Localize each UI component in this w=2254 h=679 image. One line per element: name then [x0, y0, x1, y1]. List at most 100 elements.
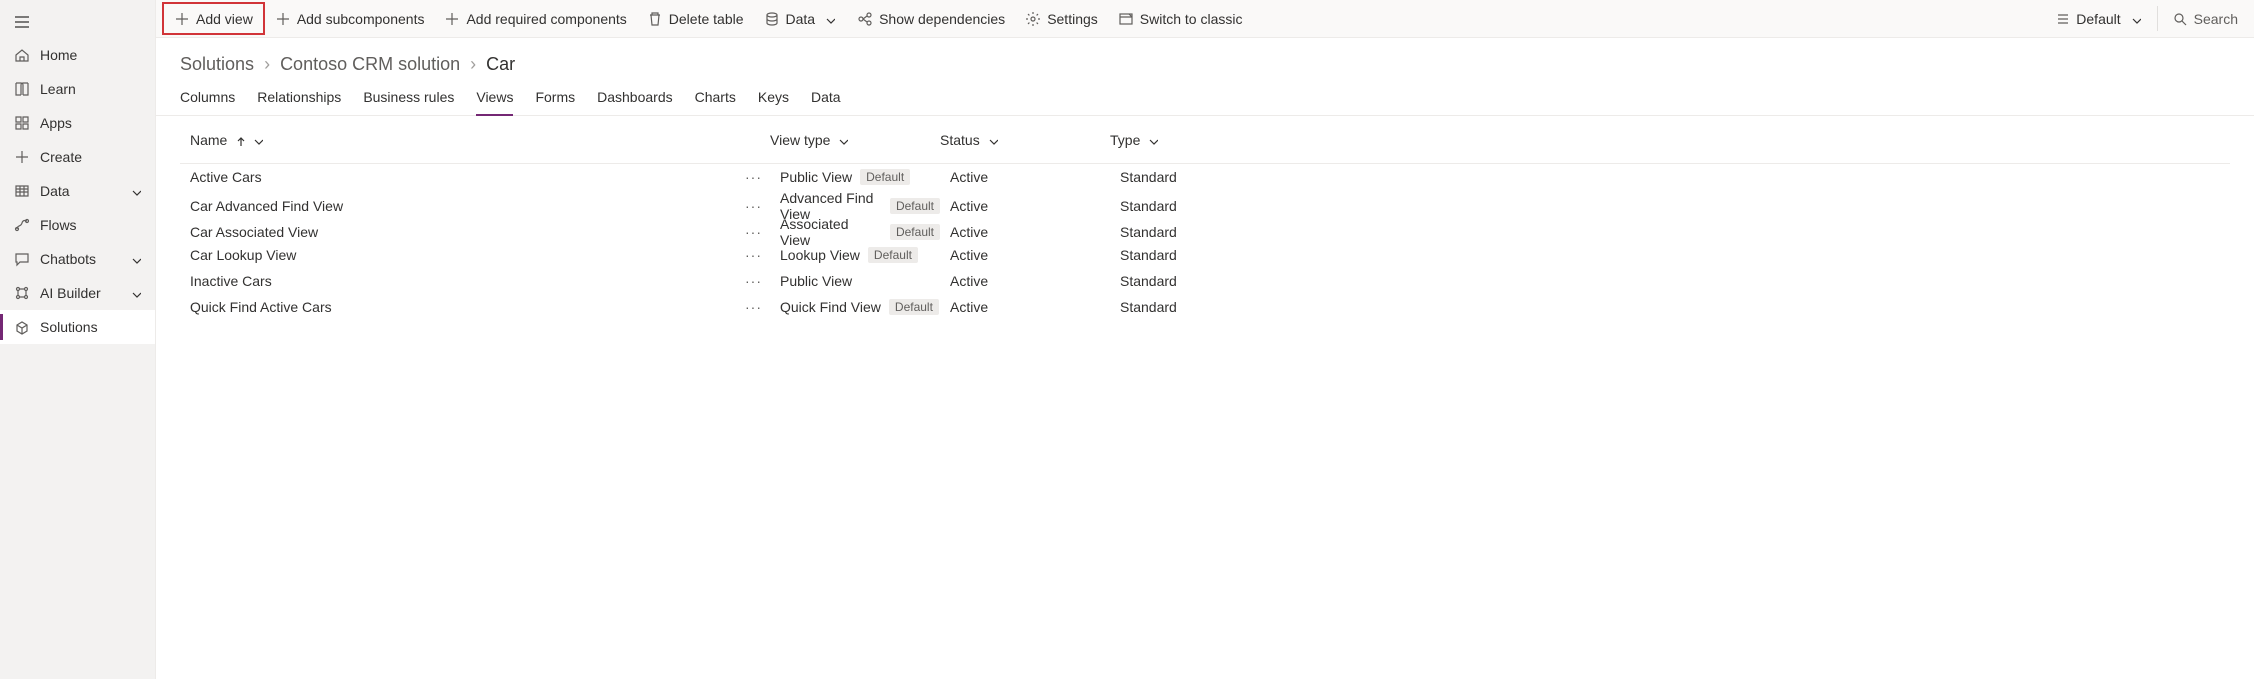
- sidebar-item-label: Flows: [40, 217, 141, 233]
- sidebar-item-label: Create: [40, 149, 141, 165]
- chevron-down-icon: [251, 134, 263, 146]
- row-more-button[interactable]: ···: [737, 169, 770, 185]
- cmd-settings[interactable]: Settings: [1015, 0, 1108, 37]
- sidebar-item-label: Home: [40, 47, 141, 63]
- cell-name: Quick Find Active Cars: [190, 299, 620, 315]
- breadcrumb-item[interactable]: Solutions: [180, 54, 254, 75]
- chevron-down-icon: [129, 287, 141, 299]
- gear-icon: [1025, 11, 1041, 27]
- hamburger-button[interactable]: [0, 6, 155, 38]
- view-selector[interactable]: Default: [2044, 0, 2152, 37]
- chevron-down-icon: [836, 134, 848, 146]
- cell-viewtype: Quick Find View: [780, 299, 881, 315]
- breadcrumb-item: Car: [486, 54, 515, 75]
- cell-type: Standard: [1120, 247, 1177, 263]
- table-row[interactable]: Active Cars···Public ViewDefaultActiveSt…: [180, 164, 2230, 190]
- cell-status: Active: [950, 224, 988, 240]
- sidebar-item-create[interactable]: Create: [0, 140, 155, 174]
- cmd-label: Delete table: [669, 11, 744, 27]
- tab-forms[interactable]: Forms: [535, 89, 575, 115]
- search-box[interactable]: Search: [2162, 0, 2248, 37]
- table-row[interactable]: Car Advanced Find View···Advanced Find V…: [180, 190, 2230, 216]
- tab-dashboards[interactable]: Dashboards: [597, 89, 673, 115]
- sidebar-item-label: Apps: [40, 115, 141, 131]
- command-bar: Add view Add subcomponents Add required co…: [156, 0, 2254, 38]
- col-header-viewtype[interactable]: View type: [770, 132, 940, 148]
- chevron-down-icon: [129, 253, 141, 265]
- main: Add view Add subcomponents Add required co…: [156, 0, 2254, 679]
- cmd-data[interactable]: Data: [754, 0, 848, 37]
- cmd-add-view[interactable]: Add view: [162, 2, 265, 35]
- table-row[interactable]: Inactive Cars···Public ViewActiveStandar…: [180, 268, 2230, 294]
- plus-icon: [275, 11, 291, 27]
- col-header-status[interactable]: Status: [940, 132, 1110, 148]
- cell-viewtype: Public View: [780, 169, 852, 185]
- list-icon: [2054, 11, 2070, 27]
- breadcrumb-separator: ›: [264, 54, 270, 75]
- table-row[interactable]: Quick Find Active Cars ··· Quick Find View…: [180, 294, 2230, 320]
- cmd-add-subcomponents[interactable]: Add subcomponents: [265, 0, 435, 37]
- chevron-down-icon: [1146, 134, 1158, 146]
- data-icon: [764, 11, 780, 27]
- solution-icon: [14, 319, 30, 335]
- table-row[interactable]: Car Lookup View···Lookup ViewDefaultActi…: [180, 242, 2230, 268]
- default-badge: Default: [890, 198, 940, 214]
- sidebar-item-chatbots[interactable]: Chatbots: [0, 242, 155, 276]
- breadcrumb: Solutions › Contoso CRM solution › Car: [156, 38, 2254, 75]
- cell-status: Active: [950, 198, 988, 214]
- cmd-switch-to-classic[interactable]: Switch to classic: [1108, 0, 1253, 37]
- table-row[interactable]: Car Associated View···Associated ViewDef…: [180, 216, 2230, 242]
- sidebar-item-learn[interactable]: Learn: [0, 72, 155, 106]
- tab-views[interactable]: Views: [476, 89, 513, 115]
- sidebar-item-label: Data: [40, 183, 119, 199]
- cell-type: Standard: [1120, 224, 1177, 240]
- tab-columns[interactable]: Columns: [180, 89, 235, 115]
- deps-icon: [857, 11, 873, 27]
- row-more-button[interactable]: ···: [737, 273, 770, 289]
- tab-keys[interactable]: Keys: [758, 89, 789, 115]
- ai-icon: [14, 285, 30, 301]
- sidebar-item-data[interactable]: Data: [0, 174, 155, 208]
- chevron-down-icon: [821, 11, 837, 27]
- tab-charts[interactable]: Charts: [695, 89, 736, 115]
- plus-icon: [174, 11, 190, 27]
- cmd-label: Add required components: [466, 11, 626, 27]
- cmd-add-required-components[interactable]: Add required components: [434, 0, 636, 37]
- row-more-button[interactable]: ···: [737, 247, 770, 263]
- cell-name: Active Cars: [190, 169, 620, 185]
- cell-type: Standard: [1120, 198, 1177, 214]
- sidebar-item-solutions[interactable]: Solutions: [0, 310, 155, 344]
- default-badge: Default: [889, 299, 939, 315]
- default-badge: Default: [860, 169, 910, 185]
- default-badge: Default: [868, 247, 918, 263]
- breadcrumb-separator: ›: [470, 54, 476, 75]
- cell-viewtype: Associated View: [780, 216, 882, 248]
- sidebar-item-apps[interactable]: Apps: [0, 106, 155, 140]
- chatbot-icon: [14, 251, 30, 267]
- col-header-name[interactable]: Name: [180, 132, 620, 148]
- search-placeholder: Search: [2194, 11, 2238, 27]
- flow-icon: [14, 217, 30, 233]
- cmd-show-dependencies[interactable]: Show dependencies: [847, 0, 1015, 37]
- sidebar-item-home[interactable]: Home: [0, 38, 155, 72]
- sidebar-item-flows[interactable]: Flows: [0, 208, 155, 242]
- cmd-label: Settings: [1047, 11, 1098, 27]
- cell-name: Car Lookup View: [190, 247, 620, 263]
- sidebar-item-label: Learn: [40, 81, 141, 97]
- search-icon: [2172, 11, 2188, 27]
- cmd-label: Add view: [196, 11, 253, 27]
- sidebar-item-ai-builder[interactable]: AI Builder: [0, 276, 155, 310]
- cmd-delete-table[interactable]: Delete table: [637, 0, 754, 37]
- tab-data[interactable]: Data: [811, 89, 841, 115]
- row-more-button[interactable]: ···: [737, 198, 770, 214]
- breadcrumb-item[interactable]: Contoso CRM solution: [280, 54, 460, 75]
- tab-relationships[interactable]: Relationships: [257, 89, 341, 115]
- row-more-button[interactable]: ···: [737, 224, 770, 240]
- col-header-type[interactable]: Type: [1110, 132, 2230, 148]
- tab-business-rules[interactable]: Business rules: [363, 89, 454, 115]
- plus-icon: [444, 11, 460, 27]
- sidebar-item-label: AI Builder: [40, 285, 119, 301]
- row-more-button[interactable]: ···: [737, 299, 770, 315]
- trash-icon: [647, 11, 663, 27]
- chevron-down-icon: [986, 134, 998, 146]
